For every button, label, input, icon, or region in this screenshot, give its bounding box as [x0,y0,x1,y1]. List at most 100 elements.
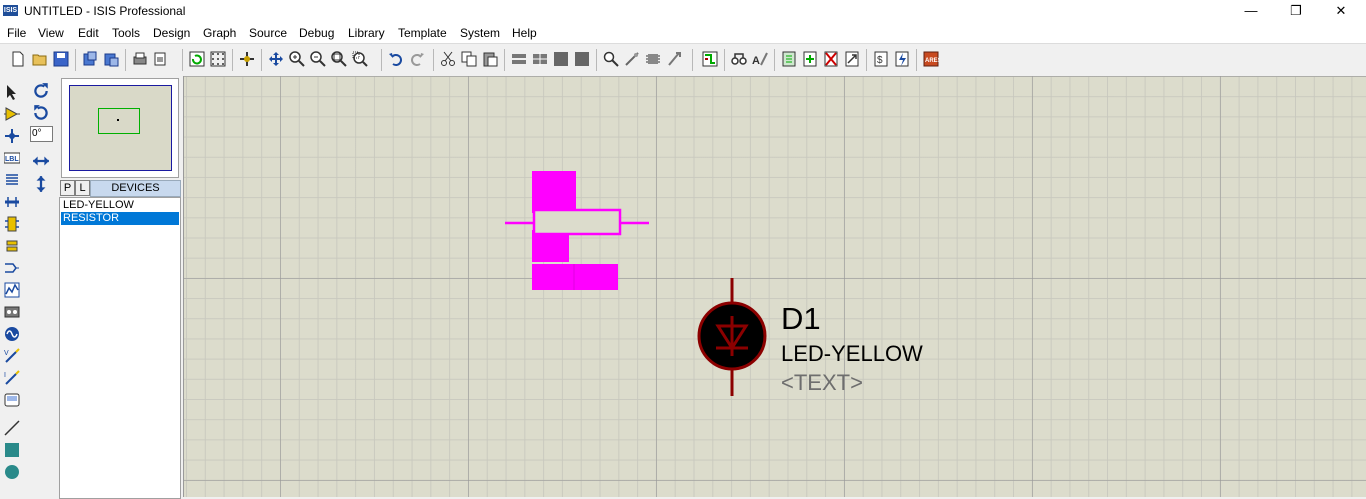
side-panel: P L DEVICES LED-YELLOW RESISTOR [59,76,181,499]
new-sheet-icon[interactable] [781,51,797,67]
save-icon[interactable] [53,51,69,67]
menu-file[interactable]: File [7,25,26,41]
component-mode-icon[interactable] [4,106,20,122]
selection-mode-icon[interactable] [4,84,20,100]
menu-system[interactable]: System [460,25,500,41]
print-icon[interactable] [132,51,148,67]
cut-icon[interactable] [440,51,456,67]
box-icon[interactable] [4,442,20,458]
text-script-icon[interactable] [4,172,20,188]
wire-autorouter-icon[interactable] [702,51,718,67]
mirror-vertical-icon[interactable] [32,175,50,193]
menu-tools[interactable]: Tools [112,25,140,41]
packaging-tool-icon[interactable] [645,51,661,67]
new-file-icon[interactable] [10,51,26,67]
menu-bar: File View Edit Tools Design Graph Source… [0,23,1366,43]
wire-label-icon[interactable]: LBL [4,150,20,166]
zoom-in-icon[interactable] [289,51,305,67]
device-item-led-yellow[interactable]: LED-YELLOW [61,199,179,212]
virtual-instrument-icon[interactable] [4,392,20,408]
refresh-icon[interactable] [189,51,205,67]
menu-edit[interactable]: Edit [78,25,99,41]
component-value-label[interactable]: LED-YELLOW [781,341,923,367]
menu-design[interactable]: Design [153,25,190,41]
paste-icon[interactable] [482,51,498,67]
import-icon[interactable] [82,51,98,67]
component-text-label[interactable]: <TEXT> [781,370,863,396]
line-icon[interactable] [4,420,20,436]
block-rotate-icon[interactable] [553,51,569,67]
devices-title: DEVICES [90,180,181,197]
resistor-placement-preview [505,171,649,290]
electrical-check-icon[interactable] [894,51,910,67]
origin-icon[interactable] [239,51,255,67]
menu-debug[interactable]: Debug [299,25,334,41]
svg-text:V: V [4,350,9,357]
grid-icon[interactable] [210,51,226,67]
subcircuit-icon[interactable] [4,216,20,232]
netlist-ares-icon[interactable]: ARES [923,51,939,67]
export-icon[interactable] [103,51,119,67]
overview-viewport[interactable] [98,108,140,134]
zoom-area-icon[interactable] [352,51,368,67]
exit-parent-icon[interactable] [844,51,860,67]
tape-recorder-icon[interactable] [4,304,20,320]
undo-icon[interactable] [388,51,404,67]
block-move-icon[interactable] [532,51,548,67]
redo-icon[interactable] [409,51,425,67]
generator-icon[interactable] [4,326,20,342]
graph-icon[interactable] [4,282,20,298]
zoom-all-icon[interactable] [331,51,347,67]
print-area-icon[interactable] [152,51,168,67]
menu-help[interactable]: Help [512,25,537,41]
zoom-out-icon[interactable] [310,51,326,67]
mirror-horizontal-icon[interactable] [32,152,50,170]
menu-library[interactable]: Library [348,25,385,41]
device-pin-icon[interactable] [4,260,20,276]
schematic-canvas[interactable]: D1 LED-YELLOW <TEXT> [183,76,1366,497]
bus-icon[interactable] [4,194,20,210]
devices-list: LED-YELLOW RESISTOR [59,197,181,499]
overview-sheet [69,85,172,171]
junction-dot-icon[interactable] [4,128,20,144]
menu-view[interactable]: View [38,25,64,41]
rotate-anticlockwise-icon[interactable] [32,104,50,122]
minimize-button[interactable]: — [1228,0,1274,23]
rotate-clockwise-icon[interactable] [32,82,50,100]
pick-devices-button[interactable]: P [60,180,75,196]
led-component-symbol[interactable] [694,278,774,396]
decompose-icon[interactable] [666,51,682,67]
menu-graph[interactable]: Graph [203,25,236,41]
svg-text:I: I [4,372,6,379]
copy-icon[interactable] [461,51,477,67]
make-device-icon[interactable] [624,51,640,67]
current-probe-icon[interactable]: I [4,370,20,386]
overview-origin-marker [117,119,119,121]
block-copy-icon[interactable] [511,51,527,67]
rotation-angle-input[interactable]: 0° [30,126,53,142]
close-button[interactable]: ✕ [1318,0,1364,23]
component-reference-label[interactable]: D1 [781,301,821,337]
pick-device-icon[interactable] [603,51,619,67]
menu-template[interactable]: Template [398,25,447,41]
app-logo-icon: ISIS [3,5,18,16]
add-sheet-icon[interactable] [802,51,818,67]
svg-text:ARES: ARES [925,58,939,64]
search-tag-icon[interactable] [731,51,747,67]
maximize-button[interactable]: ❐ [1273,0,1319,23]
pan-icon[interactable] [268,51,284,67]
menu-source[interactable]: Source [249,25,287,41]
terminal-icon[interactable] [4,238,20,254]
overview-window[interactable] [61,78,179,178]
open-file-icon[interactable] [32,51,48,67]
library-manager-button[interactable]: L [75,180,90,196]
remove-sheet-icon[interactable] [823,51,839,67]
block-delete-icon[interactable] [574,51,590,67]
property-assignment-icon[interactable]: A [752,51,768,67]
mode-toolbar: LBL V I [0,76,26,497]
voltage-probe-icon[interactable]: V [4,348,20,364]
circle-icon[interactable] [4,464,20,480]
device-item-resistor[interactable]: RESISTOR [61,212,179,225]
main-toolbar: A $ ARES [0,43,1366,76]
bill-of-materials-icon[interactable]: $ [873,51,889,67]
